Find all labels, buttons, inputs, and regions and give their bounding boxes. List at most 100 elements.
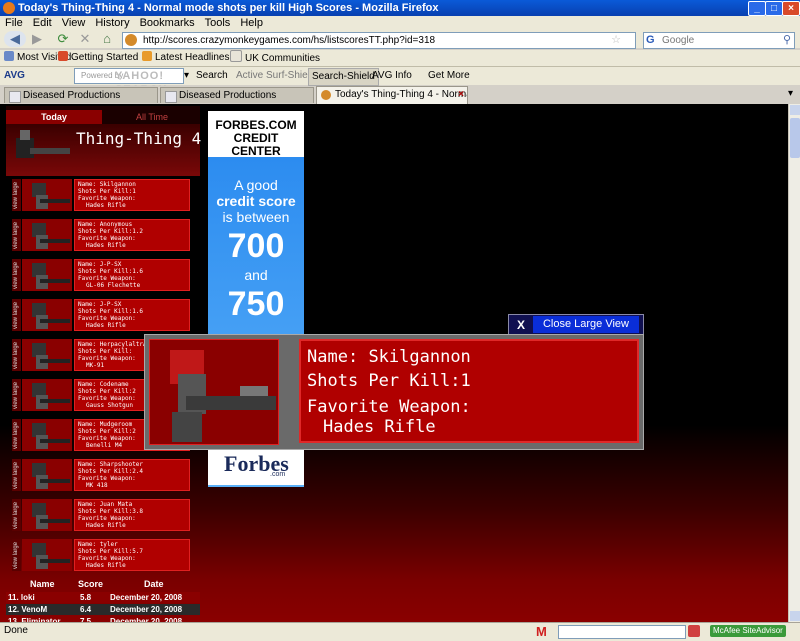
close-large-view-button[interactable]: Close Large View [533,316,639,333]
page-icon [165,91,177,103]
menu-view[interactable]: View [57,16,91,31]
view-large-button[interactable]: view large [12,259,21,291]
active-surf-shield[interactable]: Active Surf-Shield [236,68,315,84]
mcafee-icon[interactable]: M [536,624,547,639]
bookmark-star-icon[interactable]: ☆ [611,33,621,48]
tab-diseased-1[interactable]: Diseased Productions [4,87,158,103]
menu-history[interactable]: History [90,16,134,31]
player-info: Name: Skilgannon Shots Per Kill:1 Favori… [299,339,639,443]
stop-icon[interactable]: ✕ [76,31,94,47]
score-row: view large Name: Anonymous Shots Per Kill:… [10,218,190,252]
forward-button[interactable]: ▶ [28,31,46,47]
score-table-header: Name Score Date [30,579,164,589]
score-row: view large Name: J-P-SX Shots Per Kill:1.6… [10,298,190,332]
bookmark-latest-headlines[interactable]: Latest Headlines [142,50,230,66]
row-spk: 2 [132,388,136,395]
window-title: Today's Thing-Thing 4 - Normal mode shot… [18,2,439,14]
menu-tools[interactable]: Tools [200,16,236,31]
minimize-button[interactable]: _ [748,1,766,16]
tab-today[interactable]: Today [6,110,102,124]
avg-search-button[interactable]: Search [196,68,228,84]
view-large-button[interactable]: view large [12,499,21,531]
view-large-button[interactable]: view large [12,379,21,411]
search-placeholder: Google [662,35,695,46]
avg-logo[interactable]: AVG [4,68,25,84]
reload-icon[interactable]: ⟳ [54,31,72,47]
score-row: view large Name: Juan Mata Shots Per Kill:… [10,498,190,532]
player-thumbnail [22,499,72,531]
status-search-input[interactable] [558,625,686,639]
list-tabs-icon[interactable]: ▾ [788,88,793,99]
row-weapon: Hades Rifle [86,322,126,329]
row-spk: 1.2 [132,228,144,235]
player-name: Skilgannon [368,347,471,367]
avg-info[interactable]: AVG Info [372,68,412,84]
row-weapon: Hades Rifle [86,562,126,569]
large-view-popup: Name: Skilgannon Shots Per Kill:1 Favori… [144,334,644,450]
row-spk: 1.6 [132,308,144,315]
score-table-row[interactable]: 11. loki 5.8 December 20, 2008 [6,592,200,603]
yahoo-search-input[interactable]: Powered by YAHOO! SEARCH [74,68,184,96]
bookmarks-toolbar: Most Visited Getting Started Latest Head… [0,50,800,67]
google-icon: G [646,34,655,46]
page-content: Today All Time Thing-Thing 4 view large N… [0,104,788,622]
menu-edit[interactable]: Edit [28,16,57,31]
scroll-down-arrow[interactable] [790,611,800,621]
url-bar[interactable]: http://scores.crazymonkeygames.com/hs/li… [122,32,636,49]
maximize-button[interactable]: □ [765,1,783,16]
menu-help[interactable]: Help [235,16,268,31]
ad-footer: Forbes .com [208,447,304,485]
player-thumbnail [22,339,72,371]
game-banner: Thing-Thing 4 [6,124,201,176]
player-thumbnail [22,299,72,331]
search-dropdown-arrow[interactable]: ▾ [184,68,189,84]
score-table-row[interactable]: 12. VenoM 6.4 December 20, 2008 [6,604,200,615]
row-weapon: GL-06 Flechette [86,282,141,289]
view-large-button[interactable]: view large [12,539,21,571]
view-large-button[interactable]: view large [12,419,21,451]
player-thumbnail [22,419,72,451]
home-icon[interactable]: ⌂ [98,31,116,47]
row-info: Name: Juan Mata Shots Per Kill:3.8 Favorit… [74,499,190,531]
character-art [170,350,276,442]
site-favicon [321,90,331,100]
tab-strip: Diseased Productions Diseased Production… [0,86,800,104]
menu-bookmarks[interactable]: Bookmarks [135,16,200,31]
search-icon[interactable] [688,625,700,637]
siteadvisor-badge[interactable]: McAfee SiteAdvisor [710,625,786,637]
row-player-name: J-P-SX [99,301,122,308]
page-icon [9,91,21,103]
bookmark-getting-started[interactable]: Getting Started [58,50,138,66]
vertical-scrollbar[interactable] [788,104,800,622]
tab-all-time[interactable]: All Time [104,110,200,124]
view-large-button[interactable]: view large [12,219,21,251]
menu-file[interactable]: File [0,16,28,31]
player-thumbnail [22,179,72,211]
row-player-name: Codename [99,381,129,388]
back-button[interactable]: ◀ [4,31,26,47]
tab-diseased-2[interactable]: Diseased Productions [160,87,314,103]
row-player-name: J-P-SX [99,261,122,268]
close-icon[interactable]: X [513,317,529,333]
view-large-button[interactable]: view large [12,459,21,491]
player-weapon: Hades Rifle [323,417,436,437]
firefox-icon [58,51,68,61]
view-large-button[interactable]: view large [12,299,21,331]
scroll-up-arrow[interactable] [790,105,800,115]
player-thumbnail [22,259,72,291]
close-window-button[interactable]: × [782,1,800,16]
row-player-name: tyler [99,541,118,548]
row-spk: 1 [132,188,136,195]
search-input[interactable]: G Google ⚲ [643,32,795,49]
get-more[interactable]: Get More [428,68,470,84]
menu-bar: File Edit View History Bookmarks Tools Help [0,16,800,31]
bookmark-uk-communities[interactable]: UK Communities [230,50,320,67]
tab-thing-thing[interactable]: Today's Thing-Thing 4 - Normal ...× [316,86,468,104]
search-shield[interactable]: Search-Shield [308,68,379,86]
view-large-button[interactable]: view large [12,339,21,371]
view-large-button[interactable]: view large [12,179,21,211]
magnifier-icon[interactable]: ⚲ [783,33,791,48]
row-spk: 3.8 [132,508,144,515]
scroll-thumb[interactable] [790,118,800,158]
close-tab-icon[interactable]: × [458,87,464,103]
